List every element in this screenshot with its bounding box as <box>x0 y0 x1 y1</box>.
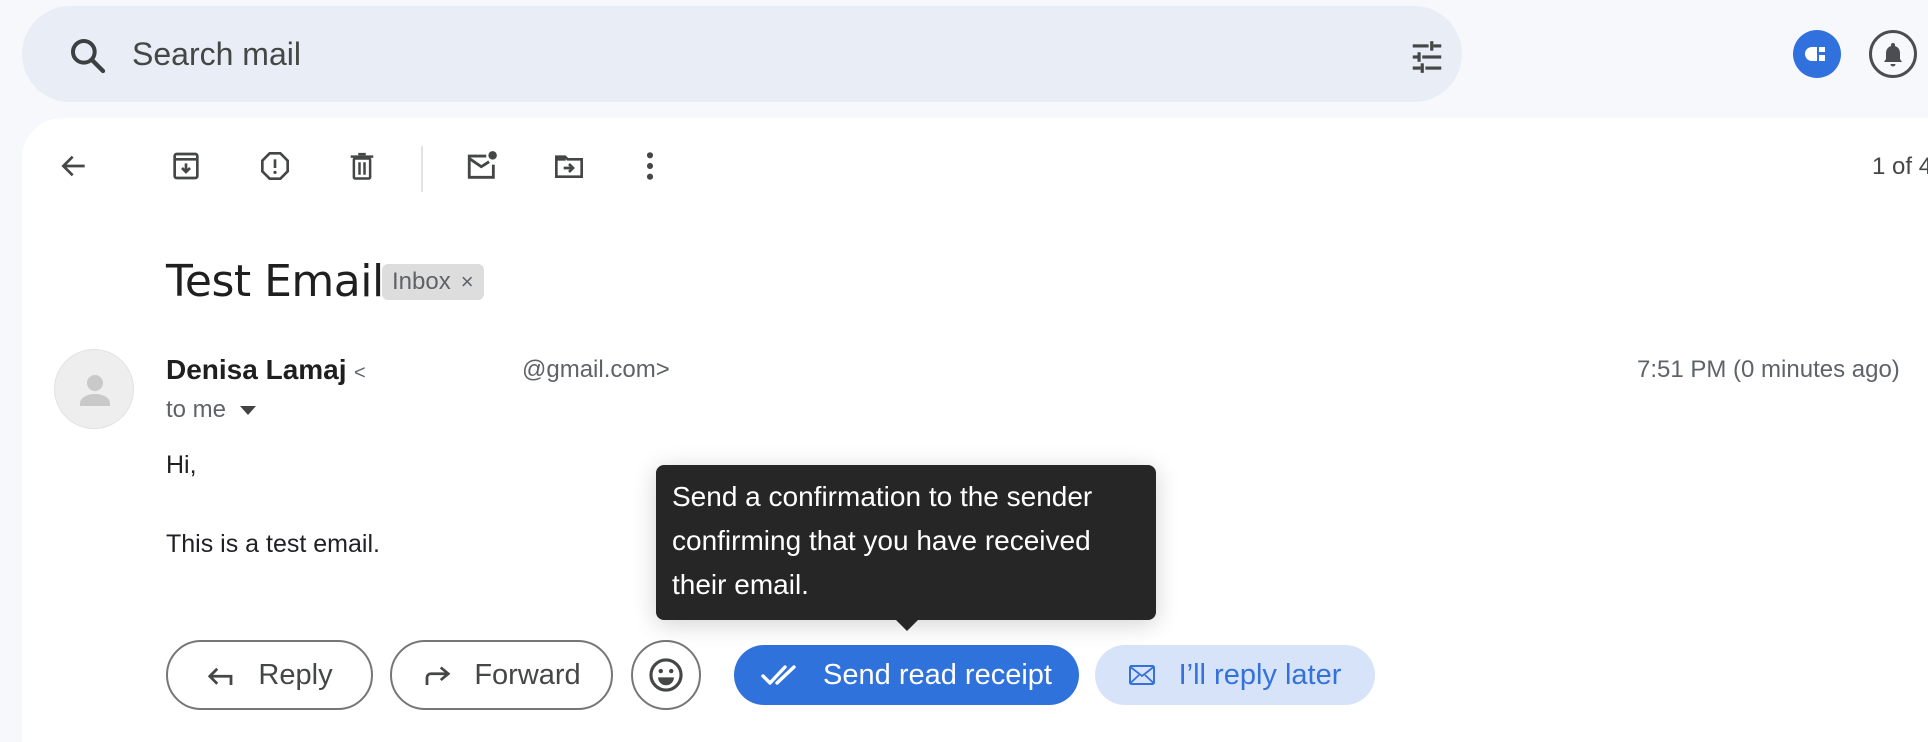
tune-sliders-icon[interactable] <box>1407 38 1447 76</box>
label-chip-text: Inbox <box>392 268 451 295</box>
emoji-reaction-button[interactable] <box>631 640 701 710</box>
trash-icon <box>350 152 374 180</box>
caret-down-icon <box>240 405 257 415</box>
delete-button[interactable] <box>342 146 382 186</box>
smiley-icon <box>649 658 683 692</box>
email-timestamp: 7:51 PM (0 minutes ago) <box>1637 356 1900 383</box>
report-octagon-icon <box>261 152 289 180</box>
recipient-details-toggle[interactable]: to me <box>166 396 257 424</box>
send-read-receipt-button[interactable]: Send read receipt <box>734 645 1079 705</box>
toolbar-divider <box>421 146 423 192</box>
more-vertical-icon <box>646 152 654 180</box>
more-options-button[interactable] <box>630 146 670 186</box>
person-icon <box>80 375 110 406</box>
message-counter: 1 of 4 <box>1872 153 1928 180</box>
back-button[interactable] <box>54 146 94 186</box>
mail-dot-icon <box>467 151 497 179</box>
read-receipt-tooltip: Send a confirmation to the sender confir… <box>656 465 1156 620</box>
sender-email: @gmail.com> <box>522 356 670 383</box>
reply-later-label: I’ll reply later <box>1178 658 1342 691</box>
extension-app-button[interactable] <box>1793 30 1841 78</box>
folder-move-icon <box>555 155 583 178</box>
sender-email-open: < <box>354 362 366 384</box>
email-subject: Test Email <box>166 256 384 307</box>
mark-unread-button[interactable] <box>462 146 502 186</box>
forward-arrow-icon <box>425 666 451 685</box>
search-bar <box>22 6 1462 102</box>
email-body-line: Hi, <box>166 451 197 479</box>
reply-button[interactable]: Reply <box>166 640 373 710</box>
reply-arrow-icon <box>208 667 233 685</box>
reply-label: Reply <box>258 658 333 691</box>
arrow-left-icon <box>61 155 85 177</box>
move-to-button[interactable] <box>549 146 589 186</box>
label-chip-inbox: Inbox × <box>382 264 484 300</box>
envelope-icon <box>1128 665 1155 685</box>
notifications-button[interactable] <box>1869 30 1917 78</box>
send-read-receipt-label: Send read receipt <box>823 658 1052 691</box>
tooltip-arrow <box>895 619 919 631</box>
sender-name[interactable]: Denisa Lamaj <box>166 354 347 386</box>
search-icon[interactable] <box>68 36 108 76</box>
remove-label-button[interactable]: × <box>461 269 474 295</box>
search-input[interactable] <box>132 28 1332 80</box>
extension-app-icon <box>1805 47 1825 61</box>
bell-icon <box>1884 43 1902 67</box>
archive-icon <box>173 152 199 180</box>
recipient-text: to me <box>166 396 227 423</box>
forward-button[interactable]: Forward <box>390 640 613 710</box>
double-check-icon <box>761 665 796 685</box>
sender-avatar <box>54 349 134 429</box>
email-body-line: This is a test email. <box>166 530 380 558</box>
forward-label: Forward <box>474 658 581 691</box>
archive-button[interactable] <box>166 146 206 186</box>
report-spam-button[interactable] <box>255 146 295 186</box>
reply-later-button[interactable]: I’ll reply later <box>1095 645 1375 705</box>
